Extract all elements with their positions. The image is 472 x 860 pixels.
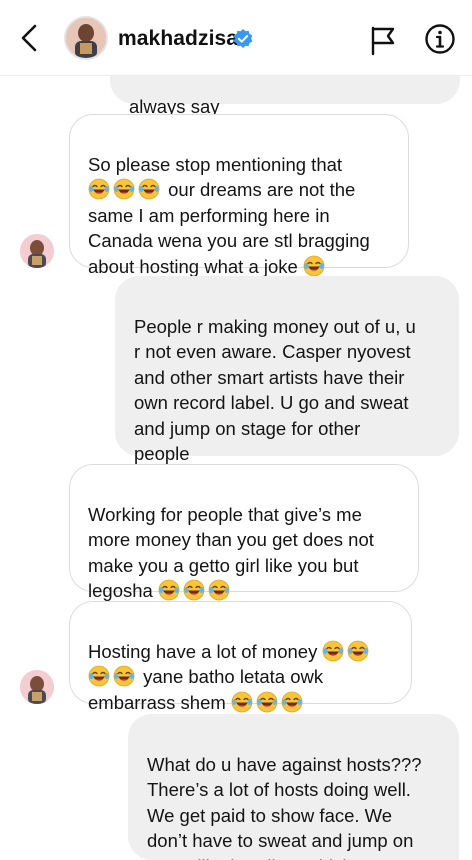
face-with-tears-of-joy-emoji: [281, 691, 303, 713]
face-with-tears-of-joy-emoji: [208, 579, 230, 601]
info-icon: [425, 24, 455, 54]
face-with-tears-of-joy-emoji: [113, 178, 135, 200]
info-button[interactable]: [424, 23, 456, 55]
flag-icon: [371, 26, 395, 56]
sender-avatar[interactable]: [20, 234, 54, 268]
avatar-image: [66, 18, 106, 58]
message-sent[interactable]: What do u have against hosts??? There’s …: [128, 714, 459, 860]
back-button[interactable]: [14, 22, 46, 54]
face-with-tears-of-joy-emoji: [88, 178, 110, 200]
verified-badge-icon: [232, 28, 254, 50]
message-text: People r making money out of u, u r not …: [134, 315, 416, 465]
report-button[interactable]: [368, 24, 398, 56]
face-with-tears-of-joy-emoji: [138, 178, 160, 200]
face-with-tears-of-joy-emoji: [113, 665, 135, 687]
face-with-tears-of-joy-emoji: [231, 691, 253, 713]
message-text: So please stop mentioning that our dream…: [88, 153, 370, 277]
message-received[interactable]: Hosting have a lot of money yane batho l…: [69, 601, 412, 713]
face-with-tears-of-joy-emoji: [183, 579, 205, 601]
face-with-tears-of-joy-emoji: [88, 665, 110, 687]
message-received[interactable]: Working for people that give’s me more m…: [69, 464, 419, 601]
message-received[interactable]: So please stop mentioning that our dream…: [69, 114, 409, 277]
face-with-tears-of-joy-emoji: [256, 691, 278, 713]
chat-header: makhadzisa: [0, 0, 472, 76]
message-sent[interactable]: People r making money out of u, u r not …: [115, 276, 459, 464]
face-with-tears-of-joy-emoji: [158, 579, 180, 601]
chevron-left-icon: [21, 24, 37, 52]
face-with-tears-of-joy-emoji: [322, 640, 344, 662]
avatar-image: [20, 670, 54, 704]
message-thread[interactable]: always say So please stop mentioning tha…: [0, 0, 472, 860]
face-with-tears-of-joy-emoji: [303, 255, 325, 277]
face-with-tears-of-joy-emoji: [347, 640, 369, 662]
sender-avatar[interactable]: [20, 670, 54, 704]
avatar-image: [20, 234, 54, 268]
message-text: Hosting have a lot of money yane batho l…: [88, 640, 372, 713]
message-text: What do u have against hosts??? There’s …: [147, 753, 422, 860]
profile-username[interactable]: makhadzisa: [118, 27, 238, 51]
profile-avatar[interactable]: [64, 16, 108, 60]
message-text: Working for people that give’s me more m…: [88, 503, 374, 602]
